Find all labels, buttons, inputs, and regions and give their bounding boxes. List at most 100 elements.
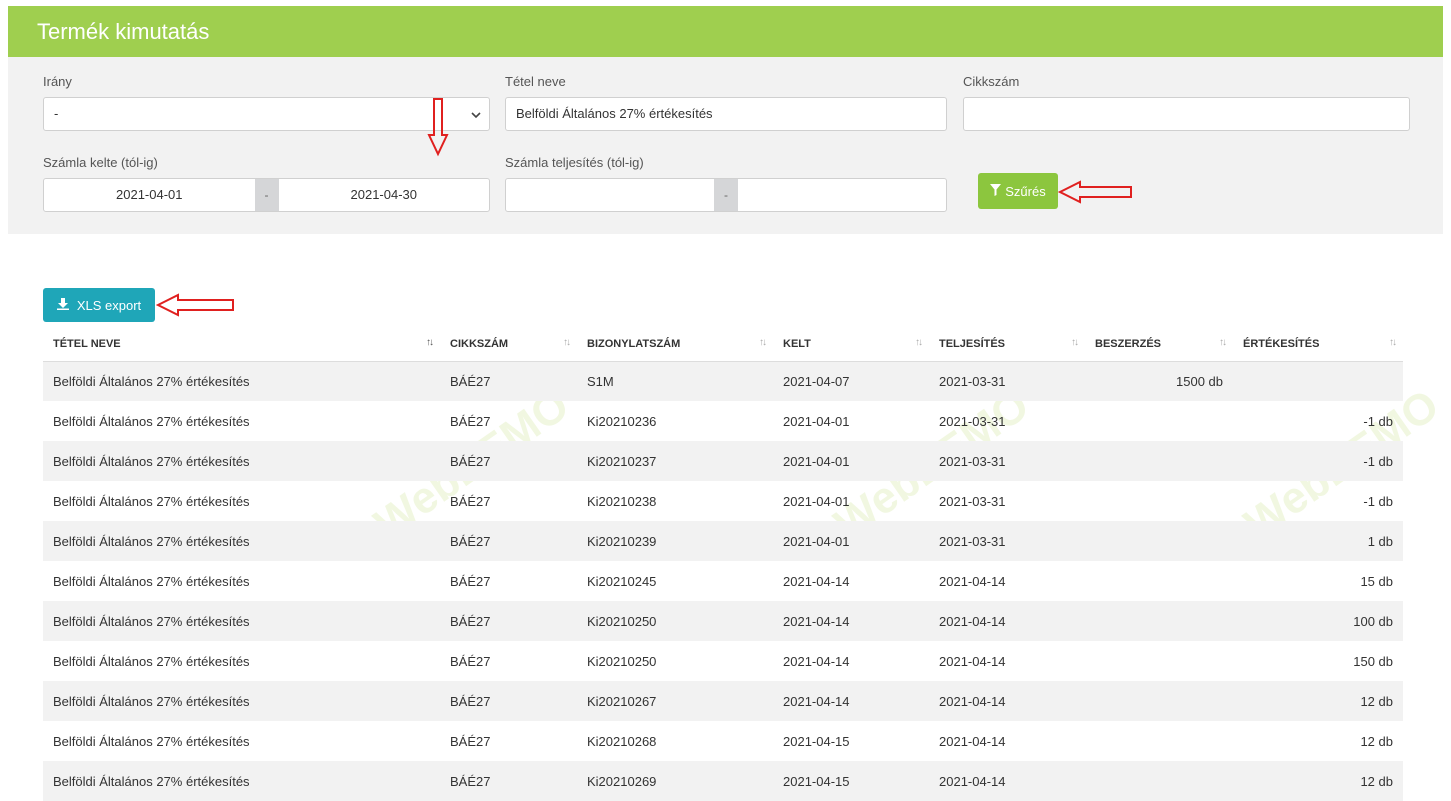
table-cell: 12 db [1233, 681, 1403, 721]
filter-button[interactable]: Szűrés [978, 173, 1058, 209]
page-title: Termék kimutatás [37, 19, 210, 44]
date-separator: - [254, 179, 279, 211]
table-cell: Ki20210268 [587, 733, 657, 749]
table-cell: BÁÉ27 [440, 761, 577, 801]
table-row[interactable]: Belföldi Általános 27% értékesítés BÁÉ27 K… [43, 761, 1403, 801]
table-cell: S1M [577, 361, 773, 401]
table-row[interactable]: Belföldi Általános 27% értékesítés BÁÉ27 S… [43, 361, 1403, 401]
table-cell: Belföldi Általános 27% értékesítés [43, 761, 440, 801]
table-cell: BÁÉ27 [440, 601, 577, 641]
sku-label: Cikkszám [963, 74, 1020, 89]
xls-export-label: XLS export [76, 297, 142, 313]
table-cell: Belföldi Általános 27% értékesítés [43, 441, 440, 481]
sku-input[interactable] [963, 97, 1410, 131]
table-body: Belföldi Általános 27% értékesítés BÁÉ27 S… [43, 361, 1403, 801]
table-row[interactable]: Belföldi Általános 27% értékesítés BÁÉ27 K… [43, 441, 1403, 481]
column-header-label: BIZONYLATSZÁM [587, 337, 681, 350]
fulfillment-date-label: Számla teljesítés (tól-ig) [505, 155, 644, 170]
column-header[interactable]: BESZERZÉS ↑↓ [1085, 327, 1233, 362]
table-cell: 2021-04-07 [773, 361, 929, 401]
table-cell: 2021-04-14 [783, 573, 850, 589]
table-cell: BÁÉ27 [450, 573, 491, 589]
table-row[interactable]: Belföldi Általános 27% értékesítés BÁÉ27 K… [43, 641, 1403, 681]
table-cell: 2021-04-14 [929, 681, 1085, 721]
sort-icon[interactable]: ↑↓ [759, 337, 767, 348]
table-row[interactable]: Belföldi Általános 27% értékesítés BÁÉ27 K… [43, 681, 1403, 721]
sort-icon[interactable]: ↑↓ [1071, 337, 1079, 348]
table-cell: 2021-03-31 [939, 493, 1006, 509]
column-header[interactable]: ÉRTÉKESÍTÉS ↑↓ [1233, 327, 1403, 362]
sort-icon[interactable]: ↑↓ [1389, 337, 1397, 348]
sort-icon[interactable]: ↑↓ [1219, 337, 1227, 348]
table-cell: Ki20210250 [587, 653, 657, 669]
table-row[interactable]: Belföldi Általános 27% értékesítés BÁÉ27 K… [43, 561, 1403, 601]
table-cell: Belföldi Általános 27% értékesítés [43, 361, 440, 401]
filter-icon [990, 183, 1002, 199]
column-header[interactable]: TÉTEL NEVE ↑↓ [43, 327, 440, 362]
column-header-label: BESZERZÉS [1095, 337, 1162, 350]
direction-label: Irány [43, 74, 72, 89]
sort-icon[interactable]: ↑↓ [915, 337, 923, 348]
table-cell [1085, 481, 1233, 521]
table-cell: 2021-04-14 [939, 733, 1006, 749]
table-cell: 2021-03-31 [929, 521, 1085, 561]
table-cell: Belföldi Általános 27% értékesítés [43, 601, 440, 641]
table-cell: Ki20210250 [577, 601, 773, 641]
sort-icon[interactable]: ↑↓ [426, 337, 434, 348]
table-row[interactable]: Belföldi Általános 27% értékesítés BÁÉ27 K… [43, 521, 1403, 561]
table-cell: Ki20210236 [587, 413, 657, 429]
download-icon [56, 297, 69, 313]
table-row[interactable]: Belföldi Általános 27% értékesítés BÁÉ27 K… [43, 481, 1403, 521]
table-cell: BÁÉ27 [450, 493, 491, 509]
table-row[interactable]: Belföldi Általános 27% értékesítés BÁÉ27 K… [43, 721, 1403, 761]
table-cell: BÁÉ27 [440, 361, 577, 401]
table-cell: BÁÉ27 [440, 681, 577, 721]
table-cell: 2021-03-31 [929, 361, 1085, 401]
table-cell: Belföldi Általános 27% értékesítés [43, 681, 440, 721]
column-header[interactable]: CIKKSZÁM ↑↓ [440, 327, 577, 362]
table-cell: BÁÉ27 [450, 653, 491, 669]
table-cell: Belföldi Általános 27% értékesítés [53, 573, 250, 589]
column-header[interactable]: TELJESÍTÉS ↑↓ [929, 327, 1085, 362]
fulfillment-date-range: - [505, 178, 947, 212]
table-row[interactable]: Belföldi Általános 27% értékesítés BÁÉ27 K… [43, 601, 1403, 641]
table-cell: BÁÉ27 [440, 521, 577, 561]
table-cell: 2021-03-31 [929, 441, 1085, 481]
table-cell: -1 db [1363, 493, 1393, 509]
column-header[interactable]: KELT ↑↓ [773, 327, 929, 362]
invoice-date-range: 2021-04-01 - 2021-04-30 [43, 178, 490, 212]
column-header-label: TÉTEL NEVE [53, 337, 121, 350]
sort-icon[interactable]: ↑↓ [563, 337, 571, 348]
table-cell [1085, 681, 1233, 721]
invoice-date-from[interactable]: 2021-04-01 [44, 179, 255, 211]
filter-button-label: Szűrés [1005, 183, 1046, 199]
table-cell: Ki20210245 [587, 573, 657, 589]
column-header[interactable]: BIZONYLATSZÁM ↑↓ [577, 327, 773, 362]
table-cell: 2021-04-01 [783, 493, 850, 509]
item-name-input[interactable]: Belföldi Általános 27% értékesítés [505, 97, 947, 131]
fulfillment-date-from[interactable] [506, 179, 714, 211]
table-cell [1085, 761, 1233, 801]
annotation-arrow-left [1058, 180, 1132, 204]
table-cell [1233, 361, 1403, 401]
table-cell: 15 db [1360, 573, 1393, 589]
xls-export-button[interactable]: XLS export [43, 288, 155, 322]
table-cell: 12 db [1233, 761, 1403, 801]
table-cell [1085, 521, 1233, 561]
table-cell: Ki20210239 [577, 521, 773, 561]
invoice-date-to[interactable]: 2021-04-30 [279, 179, 490, 211]
table-cell: Ki20210269 [577, 761, 773, 801]
column-header-label: KELT [783, 337, 811, 350]
fulfillment-date-to[interactable] [738, 179, 946, 211]
table-cell: Belföldi Általános 27% értékesítés [53, 413, 250, 429]
chevron-down-icon [471, 98, 481, 130]
item-name-label: Tétel neve [505, 74, 566, 89]
table-cell: 2021-04-01 [773, 441, 929, 481]
table-cell [1085, 641, 1233, 681]
table-cell: 2021-04-15 [773, 761, 929, 801]
table-cell: Belföldi Általános 27% értékesítés [53, 733, 250, 749]
table-row[interactable]: Belföldi Általános 27% értékesítés BÁÉ27 K… [43, 401, 1403, 441]
table-cell: 2021-04-01 [783, 413, 850, 429]
direction-select[interactable]: - [43, 97, 490, 131]
table-cell: Ki20210237 [577, 441, 773, 481]
